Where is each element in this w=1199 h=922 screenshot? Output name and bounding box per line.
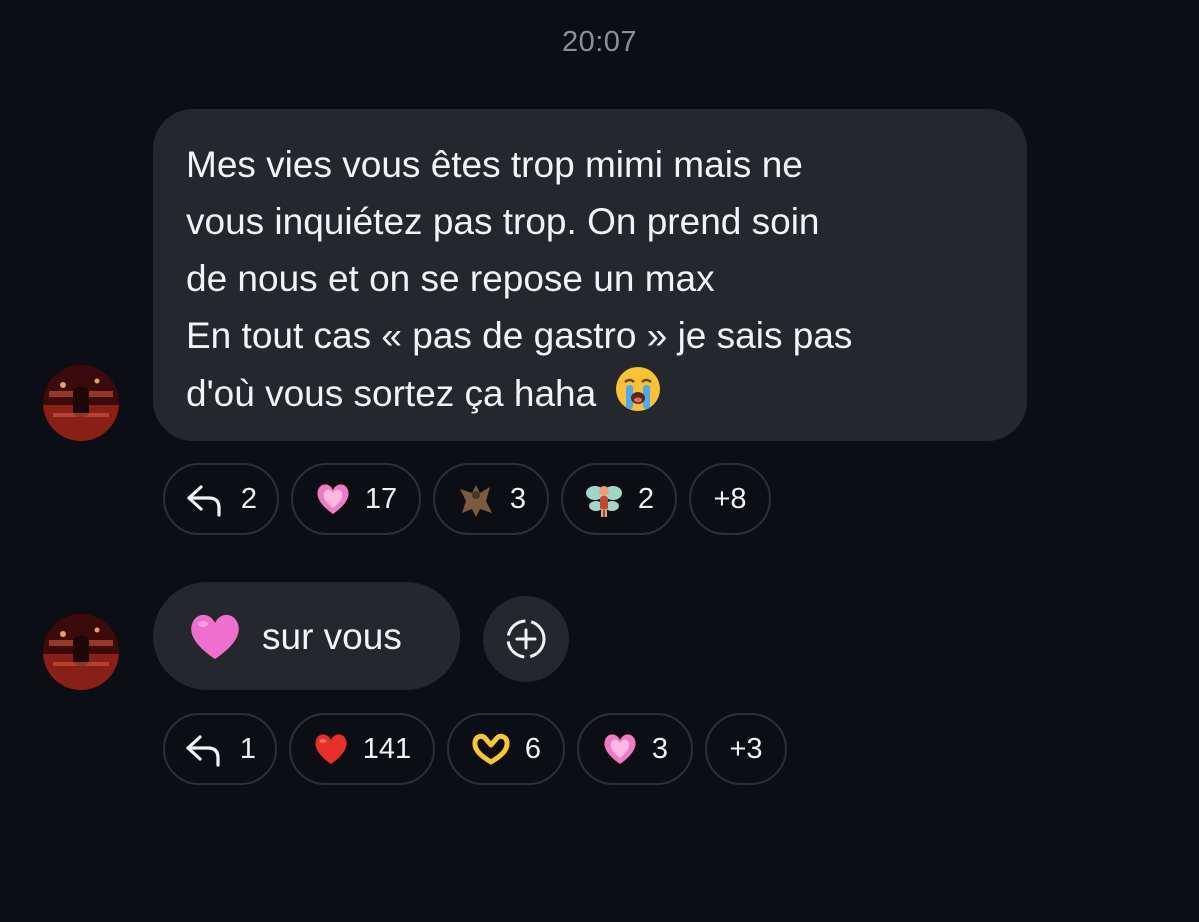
add-reaction-icon — [506, 619, 546, 659]
reaction-chip[interactable]: 17 — [291, 463, 421, 535]
message-timestamp: 20:07 — [561, 26, 638, 58]
add-reaction-button[interactable] — [483, 596, 569, 682]
loudly-crying-face-icon — [615, 367, 660, 411]
bat-icon — [456, 479, 496, 519]
red-heart-icon — [313, 732, 349, 766]
message-bubble[interactable]: Mes vies vous êtes trop mimi mais ne vou… — [153, 109, 1027, 441]
message-line: de nous et on se repose un max — [186, 258, 715, 299]
more-reactions-chip[interactable]: +3 — [705, 713, 787, 785]
pink-heart-icon — [191, 614, 239, 659]
reaction-count: 1 — [239, 732, 257, 765]
reaction-count: 141 — [362, 732, 412, 765]
reaction-count: 3 — [509, 482, 527, 515]
message-line: En tout cas « pas de gastro » je sais pa… — [186, 315, 853, 356]
reaction-bar: 1 141 6 3 +3 — [163, 713, 799, 785]
message-text: sur vous — [262, 615, 402, 657]
reaction-chip[interactable]: 141 — [289, 713, 435, 785]
reaction-chip[interactable]: 3 — [433, 463, 549, 535]
sender-avatar[interactable] — [43, 614, 119, 690]
message-line: vous inquiétez pas trop. On prend soin — [186, 201, 820, 242]
reaction-bar: 2 17 3 2 +8 — [163, 463, 783, 535]
growing-heart-icon — [315, 482, 351, 516]
reaction-chip[interactable]: 3 — [577, 713, 693, 785]
sender-avatar[interactable] — [43, 365, 119, 441]
reaction-count: 6 — [524, 732, 542, 765]
more-reactions-chip[interactable]: +8 — [689, 463, 771, 535]
message-bubble[interactable]: sur vous — [153, 582, 460, 690]
reaction-count: 3 — [651, 732, 669, 765]
reply-arrow-icon — [185, 481, 227, 517]
reply-arrow-icon — [184, 731, 226, 767]
reaction-count: 17 — [364, 482, 398, 515]
growing-heart-icon — [602, 732, 638, 766]
reply-count-chip[interactable]: 1 — [163, 713, 277, 785]
message-line-last: d'où vous sortez ça haha — [186, 364, 1007, 422]
reaction-chip[interactable]: 2 — [561, 463, 677, 535]
reply-count-chip[interactable]: 2 — [163, 463, 279, 535]
message-line: Mes vies vous êtes trop mimi mais ne — [186, 144, 803, 185]
more-reactions-count: +8 — [713, 482, 747, 515]
message-line-text: d'où vous sortez ça haha — [186, 373, 597, 414]
reaction-count: 2 — [240, 482, 258, 515]
fairy-icon — [584, 479, 624, 519]
reaction-count: 2 — [637, 482, 655, 515]
heart-hands-icon — [471, 732, 511, 766]
reaction-chip[interactable]: 6 — [447, 713, 565, 785]
more-reactions-count: +3 — [729, 732, 763, 765]
